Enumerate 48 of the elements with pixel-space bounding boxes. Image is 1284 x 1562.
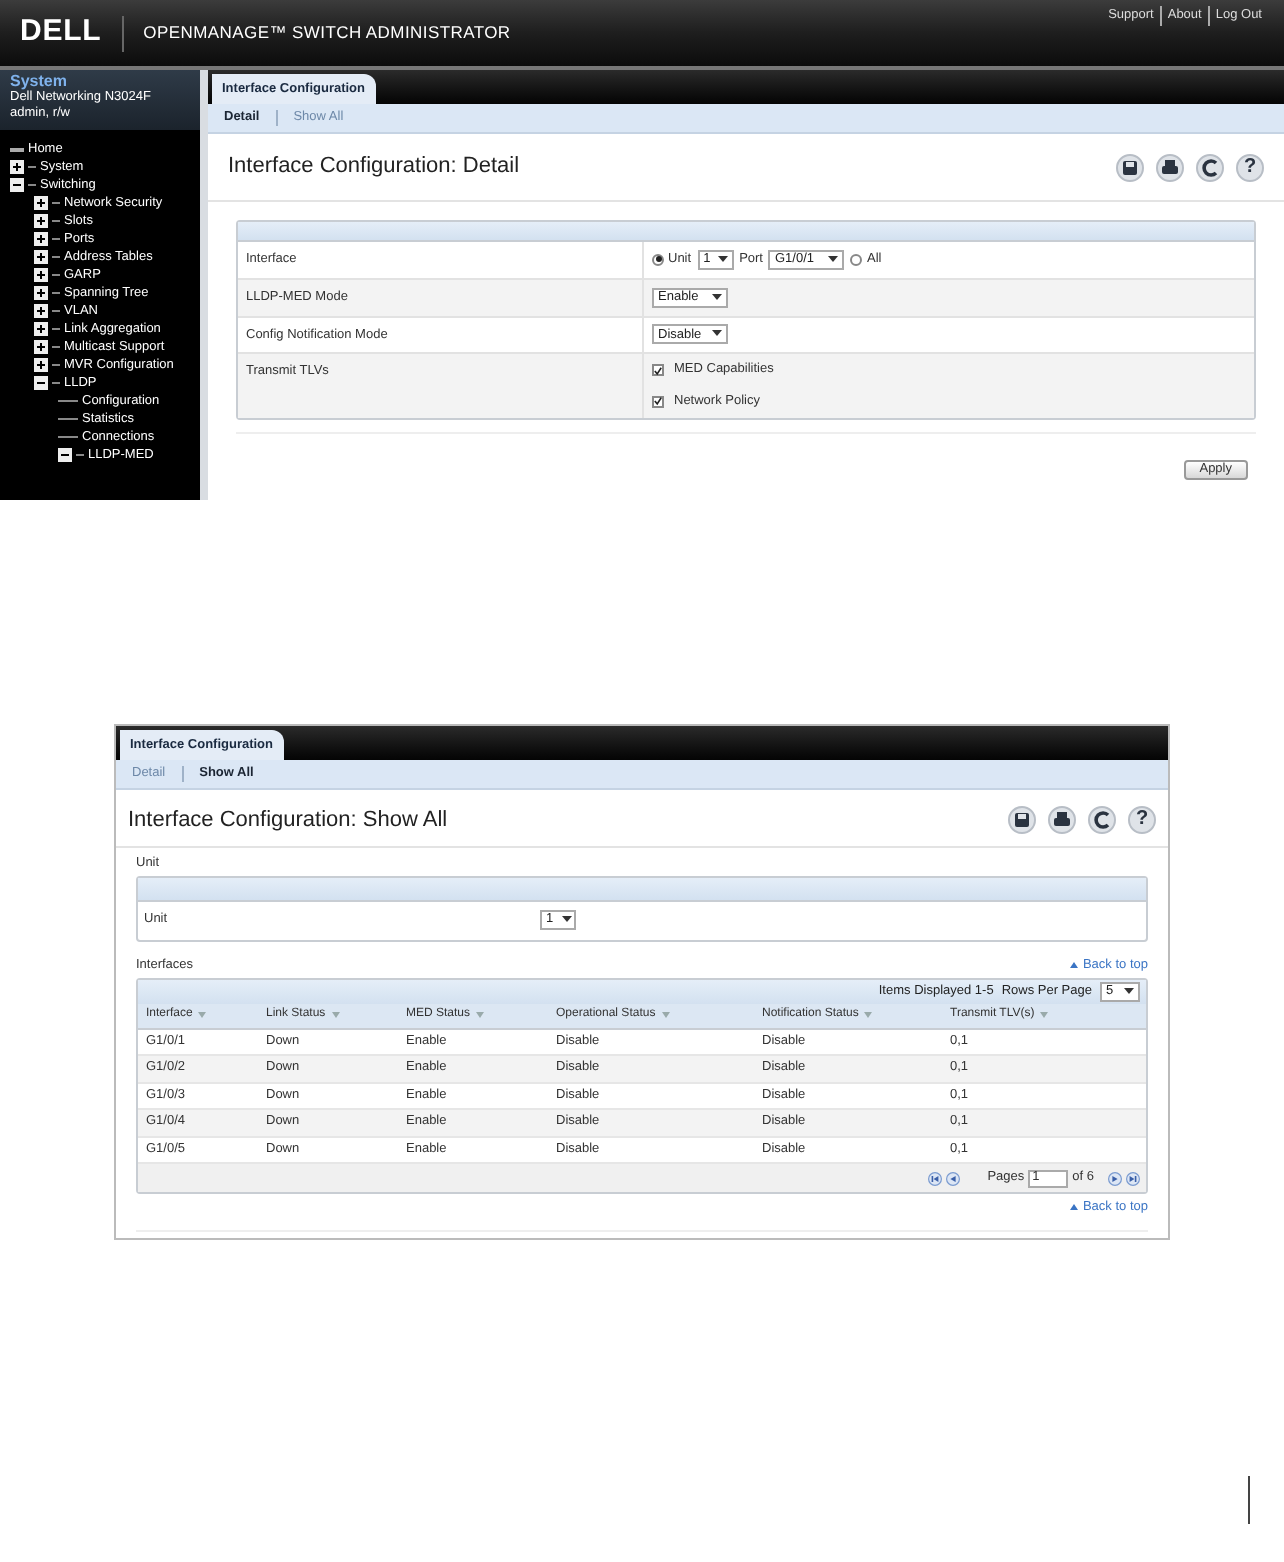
- last-page-icon[interactable]: [1126, 1171, 1140, 1185]
- print-icon[interactable]: [1048, 806, 1076, 834]
- collapse-icon[interactable]: [58, 448, 72, 462]
- triangle-icon: [1070, 1204, 1079, 1211]
- expand-icon[interactable]: [34, 268, 48, 282]
- expand-icon[interactable]: [34, 214, 48, 228]
- caret-icon: [561, 916, 572, 925]
- sort-icon: [198, 1012, 207, 1018]
- help-icon[interactable]: ?: [1128, 806, 1156, 834]
- collapse-icon[interactable]: [10, 178, 24, 192]
- home-icon: [10, 145, 24, 153]
- sort-icon: [661, 1012, 670, 1018]
- expand-icon[interactable]: [34, 304, 48, 318]
- expand-icon[interactable]: [34, 250, 48, 264]
- page-title: Interface Configuration: Show All: [128, 805, 448, 836]
- dell-logo: DELL: [20, 12, 102, 53]
- sort-icon: [476, 1012, 485, 1018]
- expand-icon[interactable]: [34, 286, 48, 300]
- save-icon[interactable]: [1116, 153, 1144, 181]
- expand-icon[interactable]: [34, 358, 48, 372]
- expand-icon[interactable]: [10, 160, 24, 174]
- expand-icon[interactable]: [34, 340, 48, 354]
- expand-icon[interactable]: [34, 196, 48, 210]
- product-title: OPENMANAGE™ SWITCH ADMINISTRATOR: [143, 20, 511, 46]
- sort-icon: [1040, 1012, 1049, 1018]
- checkmark-icon: [654, 365, 662, 376]
- refresh-icon[interactable]: [1196, 153, 1224, 181]
- page-title: Interface Configuration: Detail: [228, 152, 520, 183]
- first-page-icon[interactable]: [927, 1171, 942, 1185]
- save-icon[interactable]: [1008, 806, 1036, 834]
- caret-icon: [712, 293, 722, 302]
- triangle-icon: [1070, 962, 1079, 969]
- sidebar-title: System: [10, 74, 69, 90]
- caret-icon: [712, 330, 722, 339]
- help-icon[interactable]: ?: [1236, 153, 1264, 181]
- caret-icon: [828, 255, 839, 264]
- sort-icon: [864, 1012, 873, 1018]
- caret-icon: [1124, 987, 1134, 995]
- expand-icon[interactable]: [34, 232, 48, 246]
- collapse-icon[interactable]: [34, 376, 48, 390]
- previous-page-icon[interactable]: [945, 1171, 960, 1185]
- caret-icon: [718, 255, 729, 264]
- checkmark-icon: [654, 396, 662, 407]
- refresh-icon[interactable]: [1088, 806, 1116, 834]
- expand-icon[interactable]: [34, 322, 48, 336]
- next-page-icon[interactable]: [1108, 1171, 1122, 1185]
- print-icon[interactable]: [1156, 153, 1184, 181]
- sort-icon: [331, 1012, 340, 1018]
